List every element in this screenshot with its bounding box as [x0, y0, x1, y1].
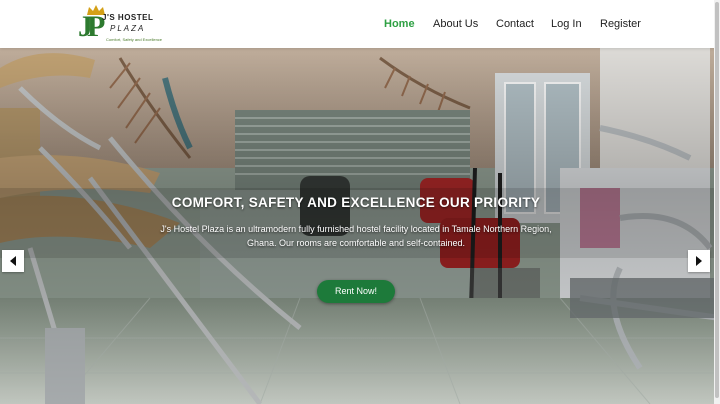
- hero-carousel: COMFORT, SAFETY AND EXCELLENCE OUR PRIOR…: [0, 48, 720, 404]
- nav-contact[interactable]: Contact: [496, 0, 534, 48]
- nav-login[interactable]: Log In: [551, 0, 582, 48]
- logo-name-line2: PLAZA: [110, 24, 146, 33]
- hero-title: COMFORT, SAFETY AND EXCELLENCE OUR PRIOR…: [171, 195, 541, 210]
- logo-monogram: JP: [78, 10, 105, 43]
- chevron-right-icon: [696, 256, 702, 266]
- nav-home[interactable]: Home: [384, 0, 415, 48]
- navbar: JP J'S HOSTEL PLAZA Comfort, Safety and …: [0, 0, 720, 48]
- logo-name-line1: J'S HOSTEL: [102, 13, 154, 22]
- carousel-next-button[interactable]: [688, 250, 710, 272]
- brand-logo[interactable]: JP J'S HOSTEL PLAZA Comfort, Safety and …: [76, 5, 162, 46]
- logo-tagline: Comfort, Safety and Excellence: [106, 37, 163, 42]
- hero-description: J's Hostel Plaza is an ultramodern fully…: [160, 224, 552, 248]
- page-scrollbar[interactable]: [714, 0, 720, 404]
- rent-now-button[interactable]: Rent Now!: [317, 280, 395, 303]
- carousel-prev-button[interactable]: [2, 250, 24, 272]
- scrollbar-thumb[interactable]: [715, 2, 719, 398]
- chevron-left-icon: [10, 256, 16, 266]
- nav-register[interactable]: Register: [600, 0, 641, 48]
- nav-about[interactable]: About Us: [433, 0, 478, 48]
